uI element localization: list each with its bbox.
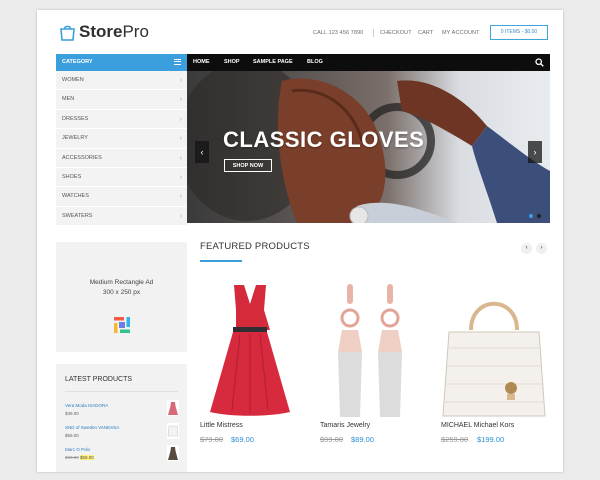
latest-product-price: $99.00 $59.00 <box>65 455 94 460</box>
menu-icon[interactable] <box>174 59 181 65</box>
latest-products-widget: LATEST PRODUCTS Vera Moda ISADORA $39.00… <box>56 364 187 472</box>
ad-size: 300 x 250 px <box>102 289 141 296</box>
product-name[interactable]: MICHAEL Michael Kors <box>441 422 514 429</box>
category-label: SWEATERS <box>62 212 93 219</box>
latest-product-name[interactable]: SND of Sweden VANESSA <box>65 425 119 430</box>
category-item-shoes[interactable]: SHOES › <box>56 167 187 188</box>
category-item-accessories[interactable]: ACCESSORIES › <box>56 148 187 168</box>
ad-box[interactable]: Medium Rectangle Ad 300 x 250 px <box>56 242 187 352</box>
category-label: JEWELRY <box>62 135 88 142</box>
product-name[interactable]: Little Mistress <box>200 422 243 429</box>
top-thumbnail[interactable] <box>167 423 179 439</box>
featured-next-button[interactable]: › <box>536 243 547 254</box>
product-price: $89.00 <box>351 435 374 444</box>
nav-item-shop[interactable]: SHOP <box>224 54 240 71</box>
site-logo[interactable]: StorePro <box>79 22 149 42</box>
category-header[interactable]: CATEGORY <box>56 54 187 71</box>
chevron-right-icon: › <box>179 96 182 104</box>
phone-number: CALL 123 456 7890 <box>313 30 364 36</box>
chevron-right-icon: › <box>179 193 182 201</box>
product-old-price: $79.00 <box>200 435 223 444</box>
product-price: $69.00 <box>231 435 254 444</box>
category-item-dresses[interactable]: DRESSES › <box>56 109 187 130</box>
category-label: DRESSES <box>62 115 89 122</box>
category-item-men[interactable]: MEN › <box>56 90 187 110</box>
checkout-link[interactable]: CHECKOUT <box>380 30 412 36</box>
title-underline <box>200 260 242 262</box>
category-label: MEN <box>62 96 75 103</box>
product-price: $199.00 <box>477 435 505 444</box>
hero-prev-button[interactable]: ‹ <box>195 141 209 163</box>
chevron-right-icon: › <box>179 77 182 84</box>
my-account-link[interactable]: MY ACCOUNT <box>442 30 480 36</box>
nav-item-home[interactable]: HOME <box>193 54 210 71</box>
category-item-women[interactable]: WOMEN › <box>56 71 187 91</box>
search-icon[interactable] <box>535 58 544 67</box>
chevron-right-icon: › <box>179 115 182 123</box>
slider-dot-active[interactable] <box>529 214 533 218</box>
category-label: WOMEN <box>62 77 84 83</box>
store-page: StorePro CALL 123 456 7890 CHECKOUT CART… <box>37 10 563 472</box>
dress-thumbnail[interactable] <box>167 400 179 416</box>
product-old-price: $259.00 <box>441 435 469 444</box>
nav-item-sample-page[interactable]: SAMPLE PAGE <box>253 54 293 71</box>
latest-product-price: $59.00 <box>65 433 79 438</box>
featured-prev-button[interactable]: ‹ <box>521 243 532 254</box>
hero-slider[interactable]: ‹ › CLASSIC GLOVES SHOP NOW <box>187 71 550 223</box>
cart-summary-button[interactable]: 0 ITEMS - $0.00 <box>490 25 548 40</box>
cart-link[interactable]: CART <box>418 30 433 36</box>
chevron-right-icon: › <box>179 173 182 181</box>
slider-dot[interactable] <box>537 214 541 218</box>
featured-products-title: FEATURED PRODUCTS <box>200 241 310 252</box>
latest-products-title: LATEST PRODUCTS <box>65 376 133 383</box>
red-dress-image[interactable] <box>200 282 300 417</box>
divider <box>373 29 374 37</box>
ad-logo-icon <box>114 317 130 333</box>
category-list: WOMEN › MEN › DRESSES › JEWELRY › ACCESSORIE… <box>56 71 187 227</box>
dress-thumbnail[interactable] <box>167 445 179 461</box>
latest-product-name[interactable]: Vera Moda ISADORA <box>65 403 108 408</box>
nav-item-blog[interactable]: BLOG <box>307 54 323 71</box>
product-name[interactable]: Tamaris Jewelry <box>320 422 370 429</box>
shopping-bag-logo-icon <box>60 25 75 41</box>
product-old-price: $99.00 <box>320 435 343 444</box>
latest-product-price: $39.00 <box>65 411 79 416</box>
category-label: SHOES <box>62 173 82 180</box>
shop-now-button[interactable]: SHOP NOW <box>224 159 272 172</box>
main-nav: HOME SHOP SAMPLE PAGE BLOG <box>187 54 550 71</box>
chevron-right-icon: › <box>179 135 182 143</box>
category-label: WATCHES <box>62 193 89 200</box>
category-item-watches[interactable]: WATCHES › <box>56 187 187 207</box>
latest-product-sale-price: $59.00 <box>80 455 94 460</box>
handbag-image[interactable] <box>441 290 547 418</box>
latest-product-old-price: $99.00 <box>65 455 79 460</box>
hero-title: CLASSIC GLOVES <box>223 127 425 152</box>
hero-next-button[interactable]: › <box>528 141 542 163</box>
category-title: CATEGORY <box>62 59 93 65</box>
category-item-sweaters[interactable]: SWEATERS › <box>56 206 187 227</box>
divider <box>65 391 178 392</box>
ad-title: Medium Rectangle Ad <box>89 279 154 286</box>
earrings-image[interactable] <box>320 282 420 417</box>
chevron-right-icon: › <box>179 212 182 220</box>
chevron-right-icon: › <box>179 154 182 162</box>
category-item-jewelry[interactable]: JEWELRY › <box>56 129 187 149</box>
latest-product-name[interactable]: Marc O Polo <box>65 447 90 452</box>
category-label: ACCESSORIES <box>62 154 102 161</box>
